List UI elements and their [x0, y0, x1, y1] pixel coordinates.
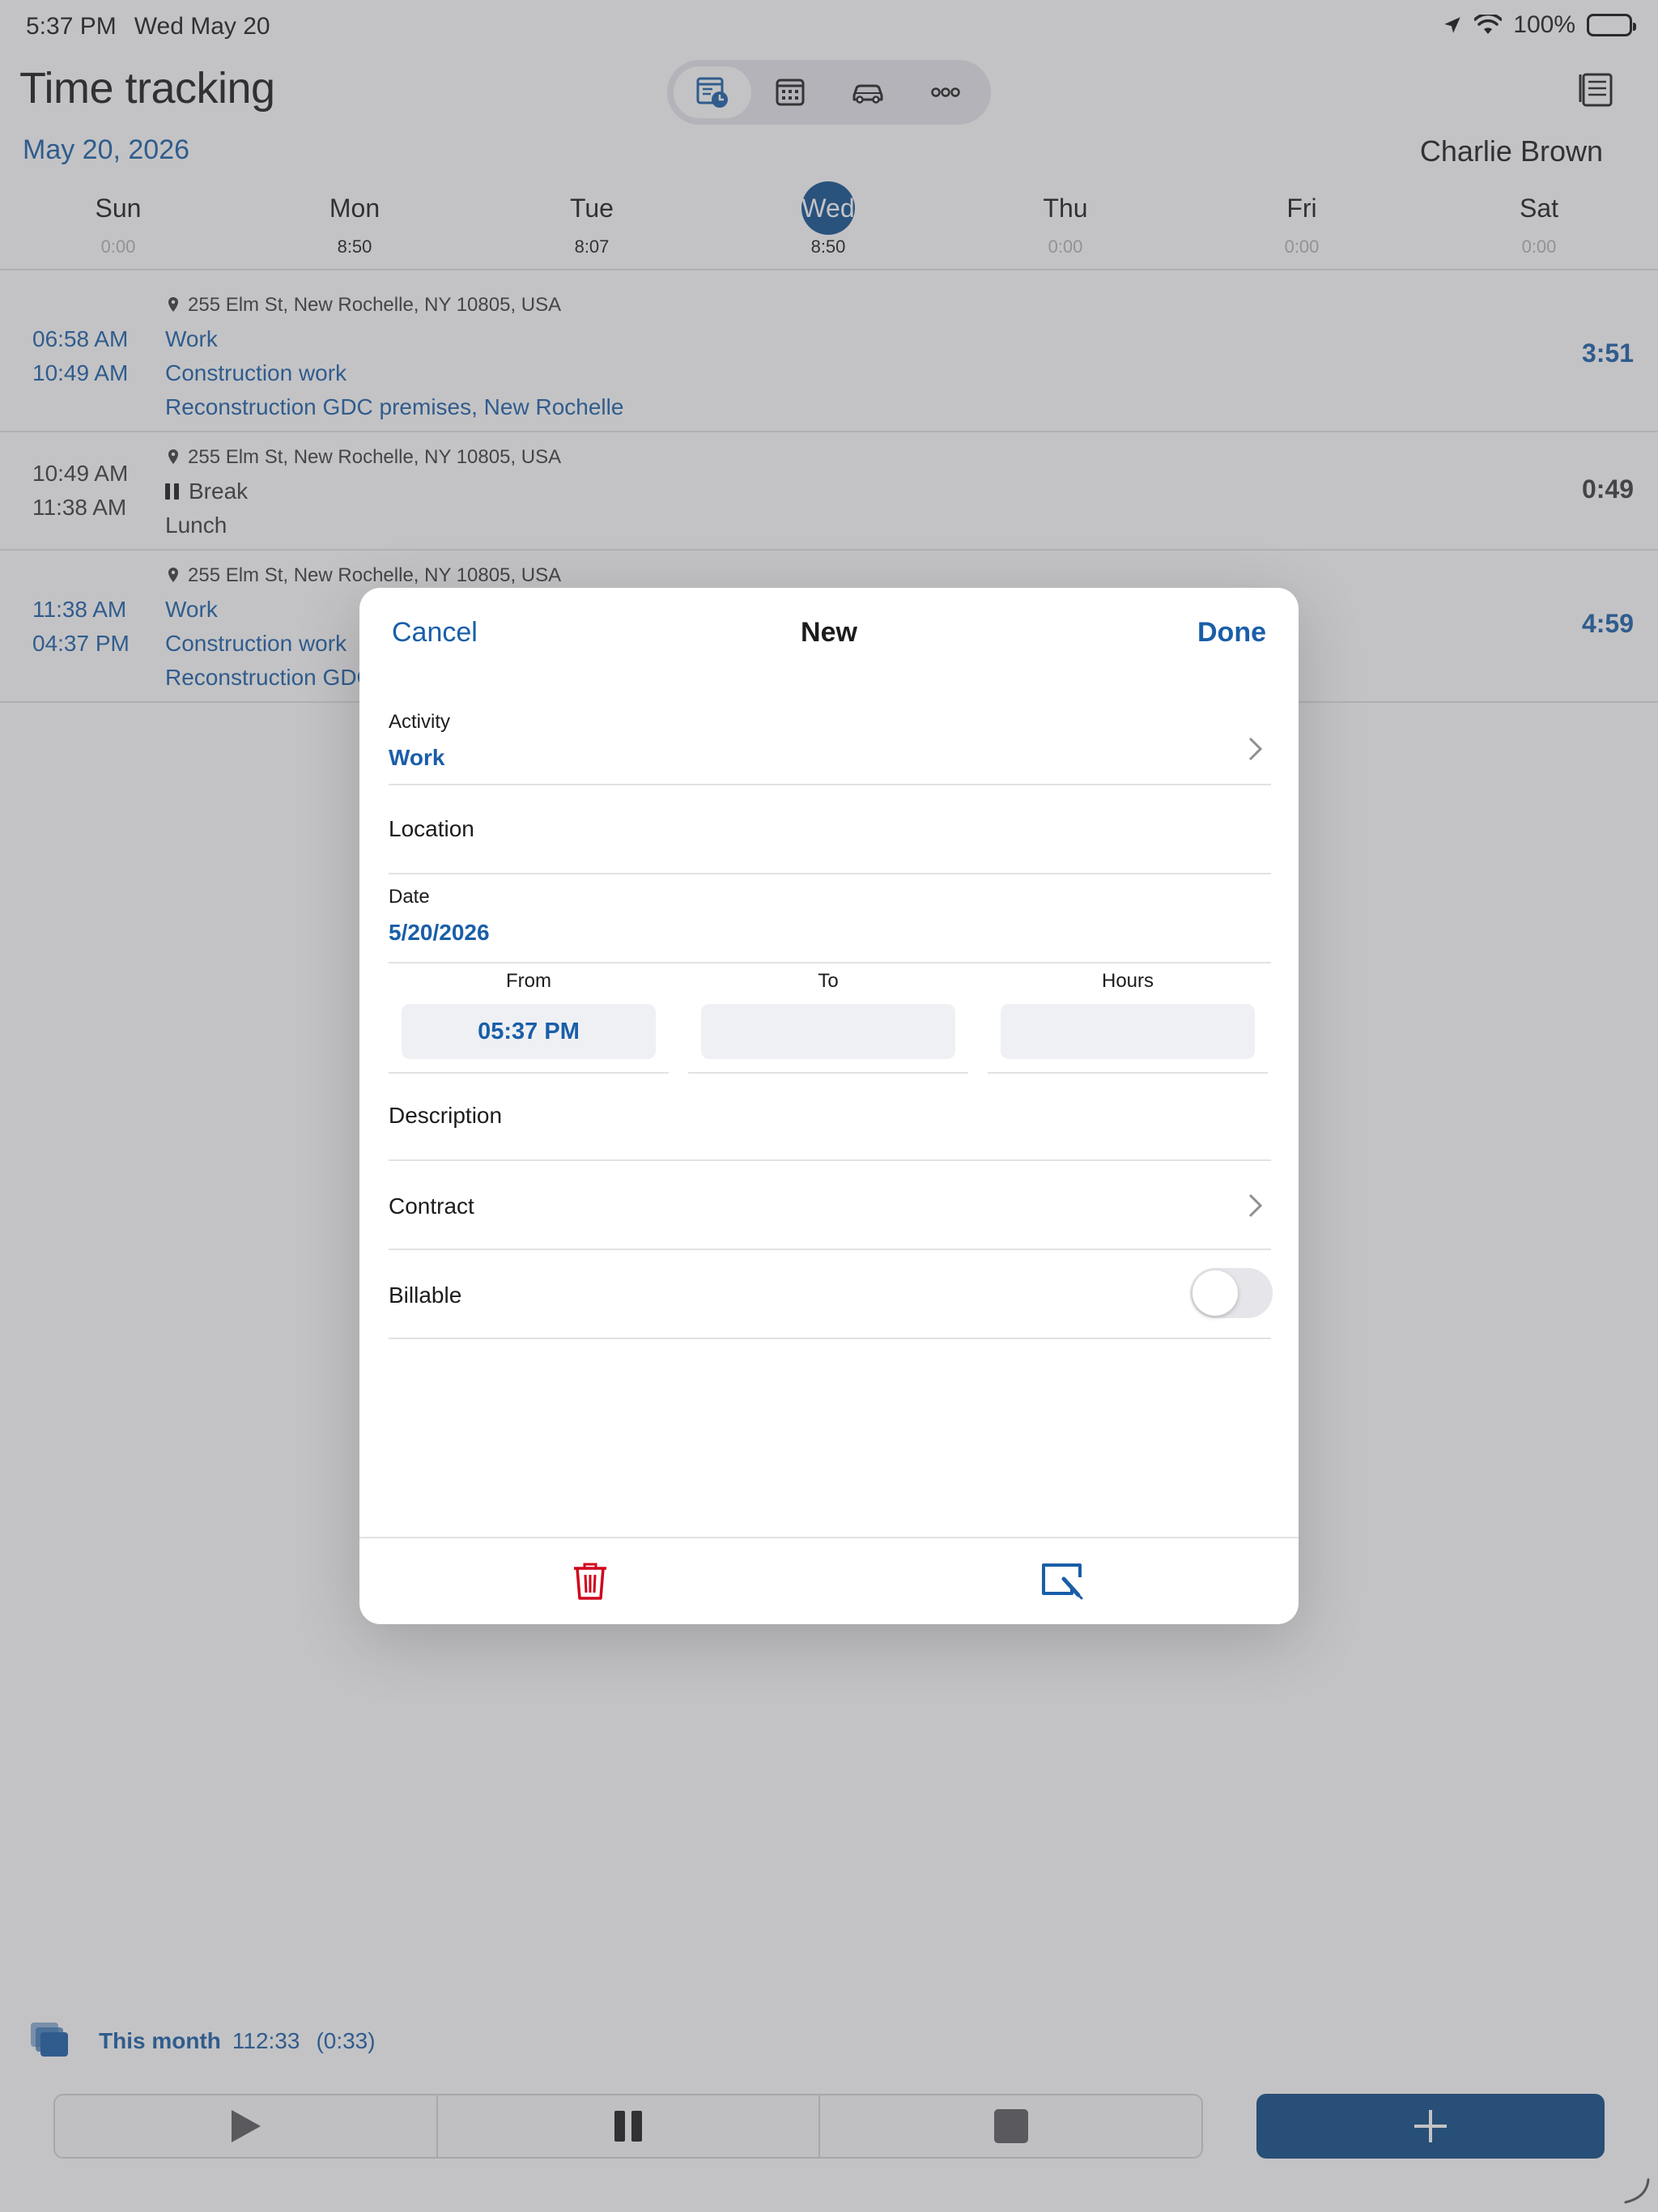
- hours-label: Hours: [1101, 970, 1154, 992]
- sheet-header: Cancel New Done: [359, 588, 1299, 677]
- description-field[interactable]: Description: [389, 1072, 1271, 1161]
- activity-label: Activity: [389, 711, 451, 733]
- to-time-input[interactable]: [701, 1004, 955, 1059]
- contract-field[interactable]: Contract: [389, 1161, 1271, 1250]
- sheet-title: New: [801, 617, 857, 648]
- done-button[interactable]: Done: [1197, 617, 1266, 649]
- from-label: From: [506, 970, 551, 992]
- signature-icon[interactable]: [1041, 1563, 1083, 1600]
- billable-label: Billable: [389, 1283, 462, 1308]
- location-label: Location: [389, 816, 474, 841]
- activity-field[interactable]: Activity Work: [389, 701, 1271, 785]
- hours-input[interactable]: [1001, 1004, 1255, 1059]
- trash-icon[interactable]: [572, 1561, 609, 1602]
- to-label: To: [818, 970, 839, 992]
- date-label: Date: [389, 886, 430, 908]
- to-column: To: [688, 970, 968, 1074]
- contract-label: Contract: [389, 1193, 474, 1219]
- description-label: Description: [389, 1103, 503, 1128]
- from-column: From 05:37 PM: [389, 970, 669, 1074]
- date-field[interactable]: Date 5/20/2026: [389, 874, 1271, 963]
- date-value: 5/20/2026: [389, 920, 490, 945]
- new-entry-sheet: Cancel New Done Activity Work Location D…: [359, 588, 1299, 1624]
- from-time-input[interactable]: 05:37 PM: [402, 1004, 656, 1059]
- sheet-toolbar: [359, 1537, 1299, 1624]
- billable-toggle[interactable]: [1190, 1268, 1273, 1318]
- billable-field: Billable: [389, 1250, 1271, 1339]
- chevron-right-icon: [1248, 737, 1263, 761]
- hours-column: Hours: [988, 970, 1268, 1074]
- location-field[interactable]: Location: [389, 785, 1271, 874]
- activity-value: Work: [389, 745, 445, 770]
- chevron-right-icon: [1248, 1193, 1263, 1218]
